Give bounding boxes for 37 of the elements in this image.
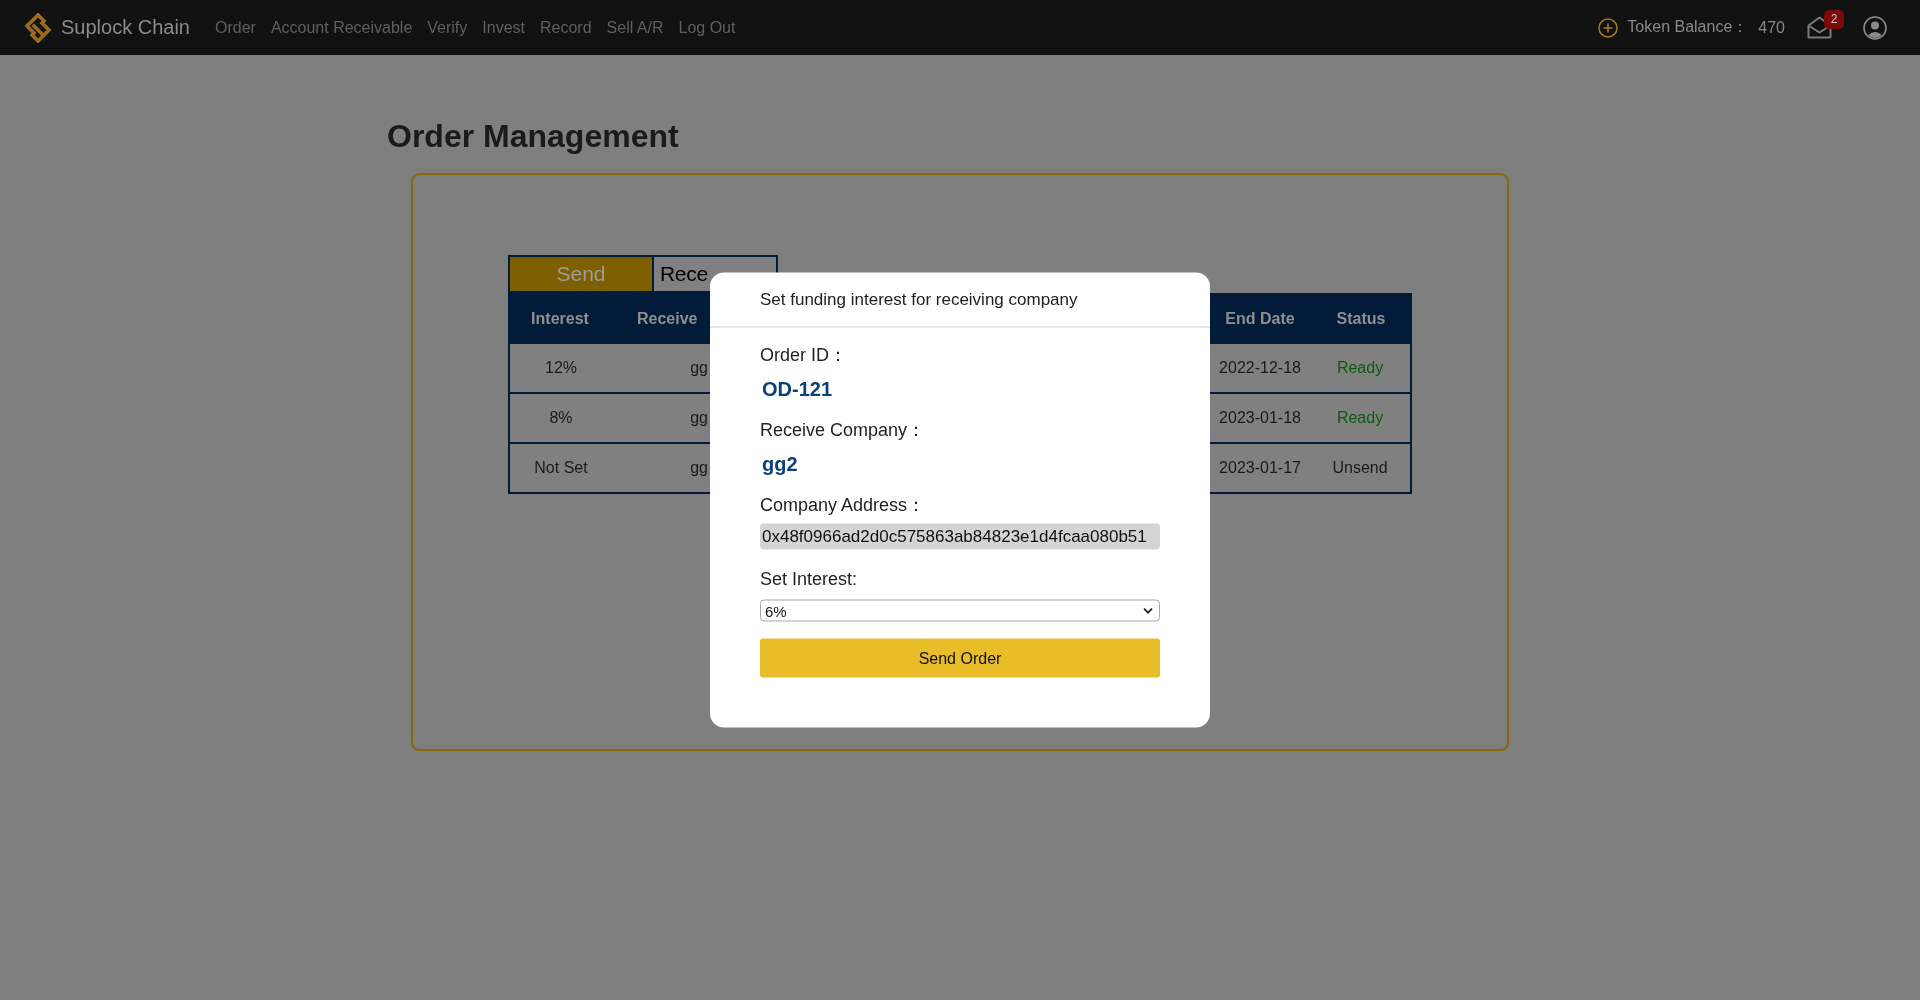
table-cell: Not Set bbox=[508, 444, 612, 494]
nav-link[interactable]: Log Out bbox=[678, 18, 736, 37]
page-title: Order Management bbox=[387, 117, 679, 155]
notification-badge: 2 bbox=[1824, 10, 1844, 29]
nav-link[interactable]: Order bbox=[214, 18, 256, 37]
table-cell: Ready bbox=[1310, 394, 1412, 444]
plus-circle-icon[interactable] bbox=[1598, 17, 1619, 38]
field-value: OD-121 bbox=[762, 376, 833, 401]
table-cell: 8% bbox=[508, 394, 612, 444]
table-cell: Unsend bbox=[1310, 444, 1412, 494]
field-value: gg2 bbox=[762, 451, 798, 476]
field-label: Company Address： bbox=[760, 493, 926, 516]
nav-link[interactable]: Sell A/R bbox=[606, 18, 664, 37]
brand-name[interactable]: Suplock Chain bbox=[61, 16, 190, 39]
column-header: Status bbox=[1310, 293, 1412, 344]
field-label: Receive Company： bbox=[760, 418, 926, 441]
tab[interactable]: Send bbox=[508, 255, 654, 293]
table-cell: 12% bbox=[508, 344, 612, 394]
column-header: Receive bbox=[612, 293, 710, 344]
envelope-icon[interactable] bbox=[1807, 16, 1832, 39]
field-label: Set Interest: bbox=[760, 567, 858, 590]
column-header: Interest bbox=[508, 293, 612, 344]
submit-button[interactable]: Send Order bbox=[760, 638, 1160, 678]
nav-link[interactable]: Record bbox=[540, 18, 592, 37]
token-balance-label: Token Balance： bbox=[1627, 17, 1749, 37]
table-cell: Ready bbox=[1310, 344, 1412, 394]
column-header: End Date bbox=[1210, 293, 1310, 344]
field-label: Order ID： bbox=[760, 343, 847, 366]
readonly-field[interactable]: 0x48f0966ad2d0c575863ab84823e1d4fcaa080b51 bbox=[760, 523, 1160, 550]
logo-icon[interactable] bbox=[24, 12, 52, 43]
user-avatar-icon[interactable] bbox=[1863, 15, 1887, 40]
caret-icon bbox=[1143, 607, 1153, 614]
nav-link[interactable]: Verify bbox=[427, 18, 468, 37]
nav-link[interactable]: Account Receivable bbox=[270, 18, 413, 37]
nav-link[interactable]: Invest bbox=[482, 18, 525, 37]
dropdown-select[interactable]: 6% bbox=[760, 599, 1160, 622]
token-balance-value: 470 bbox=[1758, 18, 1785, 37]
